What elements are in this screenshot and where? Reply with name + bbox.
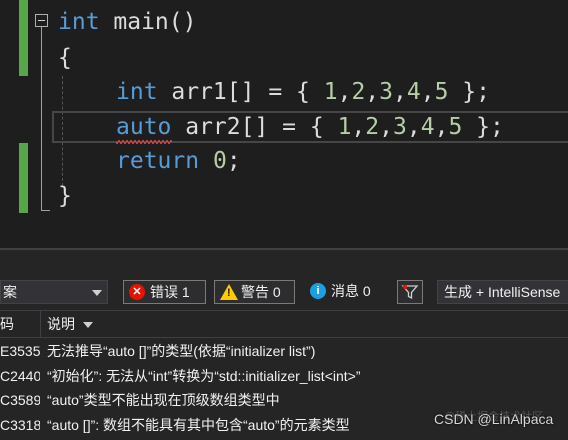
error-description: 无法推导“auto []”的类型(依据“initializer list”) bbox=[47, 343, 316, 359]
error-squiggle[interactable] bbox=[116, 140, 172, 144]
fold-guide bbox=[41, 27, 42, 211]
code-line-6[interactable]: } bbox=[58, 181, 72, 211]
error-description: “auto”类型不能出现在顶级数组类型中 bbox=[47, 392, 280, 408]
warnings-count: 0 bbox=[272, 284, 281, 300]
description-column-header[interactable]: 说明 bbox=[47, 311, 93, 337]
table-row[interactable]: E3535 无法推导“auto []”的类型(依据“initializer li… bbox=[0, 339, 568, 364]
code-line-4[interactable]: auto arr2[] = { 1,2,3,4,5 }; bbox=[116, 112, 504, 142]
keyword-token: return bbox=[116, 148, 200, 174]
code-token: arr2[] = { bbox=[171, 114, 338, 140]
errors-count: 1 bbox=[181, 284, 190, 300]
panel-divider bbox=[0, 248, 568, 250]
code-token: arr1[] = { bbox=[157, 79, 324, 105]
code-line-2[interactable]: { bbox=[58, 43, 72, 73]
code-editor[interactable]: int main() { int arr1[] = { 1,2,3,4,5 };… bbox=[0, 0, 568, 248]
keyword-token: int bbox=[116, 79, 158, 105]
code-token: , bbox=[393, 79, 407, 105]
code-line-1[interactable]: int main() bbox=[58, 7, 196, 37]
warning-icon: ! bbox=[220, 284, 238, 300]
scope-dropdown[interactable]: 案 bbox=[0, 280, 108, 304]
code-column-header[interactable]: 码 bbox=[0, 311, 40, 337]
number-token: 5 bbox=[448, 114, 463, 140]
source-label: 生成 + IntelliSense bbox=[444, 284, 561, 300]
watermark: CSDN @LinAlpaca bbox=[434, 411, 554, 427]
table-row[interactable]: C2440 “初始化”: 无法从“int”转换为“std::initialize… bbox=[0, 364, 568, 389]
error-code: C2440 bbox=[0, 368, 40, 384]
number-token: 4 bbox=[420, 114, 435, 140]
messages-filter-button[interactable]: i 消息 0 bbox=[305, 280, 385, 304]
number-token: 1 bbox=[323, 79, 338, 105]
error-code: C3318 bbox=[0, 417, 40, 433]
error-icon: ✕ bbox=[129, 284, 145, 300]
code-token: , bbox=[434, 114, 449, 140]
errors-label: 错误 bbox=[150, 284, 178, 300]
keyword-token: auto bbox=[116, 114, 172, 140]
change-indicator-bottom bbox=[19, 143, 28, 213]
messages-label: 消息 bbox=[331, 283, 359, 299]
fold-guide-end bbox=[41, 210, 50, 211]
column-headers: 码 说明 bbox=[0, 310, 568, 338]
number-token: 3 bbox=[379, 79, 394, 105]
code-token: } bbox=[58, 183, 72, 209]
code-token: , bbox=[420, 79, 435, 105]
error-list-toolbar: 案 ✕ 错误 1 ! 警告 0 i 消息 0 生成 + IntelliSense bbox=[0, 274, 568, 310]
number-token: 4 bbox=[406, 79, 421, 105]
code-line-5[interactable]: return 0; bbox=[116, 146, 241, 176]
code-token: , bbox=[365, 79, 380, 105]
info-icon: i bbox=[310, 283, 326, 299]
error-code: C3589 bbox=[0, 392, 40, 408]
number-token: 2 bbox=[365, 114, 380, 140]
change-indicator-top bbox=[19, 0, 28, 76]
errors-filter-button[interactable]: ✕ 错误 1 bbox=[123, 280, 206, 304]
error-list-panel: 案 ✕ 错误 1 ! 警告 0 i 消息 0 生成 + IntelliSense bbox=[0, 248, 568, 440]
error-description: “auto []”: 数组不能具有其中包含“auto”的元素类型 bbox=[47, 417, 350, 433]
sort-down-icon bbox=[83, 322, 93, 329]
number-token: 0 bbox=[212, 148, 227, 174]
code-token: , bbox=[379, 114, 393, 140]
code-token: , bbox=[337, 79, 352, 105]
code-token: }; bbox=[448, 79, 490, 105]
description-column-label: 说明 bbox=[47, 316, 75, 332]
number-token: 1 bbox=[337, 114, 352, 140]
scope-label: 案 bbox=[3, 284, 17, 300]
number-token: 3 bbox=[393, 114, 407, 140]
error-code: E3535 bbox=[0, 343, 40, 359]
filter-funnel-icon bbox=[401, 284, 419, 300]
code-token: main() bbox=[99, 9, 197, 35]
code-token: { bbox=[58, 45, 72, 71]
code-token: ; bbox=[226, 148, 241, 174]
warnings-filter-button[interactable]: ! 警告 0 bbox=[214, 280, 295, 304]
error-description: “初始化”: 无法从“int”转换为“std::initializer_list… bbox=[47, 368, 361, 384]
number-token: 2 bbox=[351, 79, 366, 105]
messages-count: 0 bbox=[362, 283, 371, 299]
column-separator[interactable] bbox=[40, 311, 41, 337]
number-token: 5 bbox=[434, 79, 449, 105]
code-token: , bbox=[351, 114, 366, 140]
warnings-label: 警告 bbox=[241, 284, 269, 300]
code-column-label: 码 bbox=[0, 316, 14, 332]
code-token: , bbox=[406, 114, 421, 140]
filter-toggle-button[interactable] bbox=[397, 280, 423, 304]
collapse-icon[interactable] bbox=[35, 14, 48, 27]
chevron-down-icon bbox=[92, 290, 102, 296]
keyword-token: int bbox=[58, 9, 100, 35]
source-dropdown[interactable]: 生成 + IntelliSense bbox=[437, 280, 568, 304]
code-line-3[interactable]: int arr1[] = { 1,2,3,4,5 }; bbox=[116, 77, 490, 107]
code-token: }; bbox=[462, 114, 504, 140]
